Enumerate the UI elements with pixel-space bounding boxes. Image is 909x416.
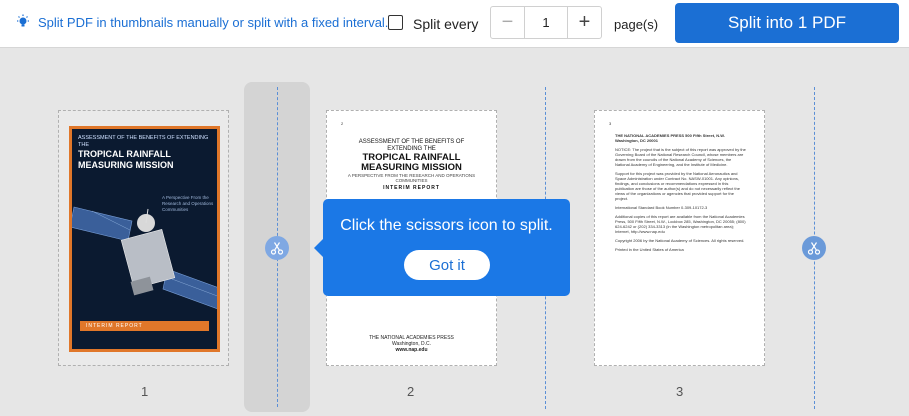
page3-copyright: Copyright 2006 by the National Academy o…: [615, 238, 745, 243]
tooltip-text: Click the scissors icon to split.: [340, 217, 553, 234]
page3-notice: NOTICE: The project that is the subject …: [615, 147, 746, 167]
page-number-1: 1: [141, 384, 149, 399]
page2-title-big: TROPICAL RAINFALL MEASURING MISSION: [361, 152, 462, 173]
book-cover: Assessment of the Benefits of Extending …: [69, 126, 220, 352]
interval-stepper: − +: [490, 6, 602, 39]
page2-title-small: ASSESSMENT OF THE BENEFITS OF EXTENDING …: [358, 139, 465, 152]
toolbar: Split PDF in thumbnails manually or spli…: [0, 0, 909, 48]
split-into-pdf-button[interactable]: Split into 1 PDF: [675, 3, 899, 43]
thumbnail-canvas: Assessment of the Benefits of Extending …: [0, 49, 909, 416]
page3-printed: Printed in the United States of America: [615, 247, 684, 252]
pages-label: page(s): [614, 17, 659, 32]
split-every-checkbox[interactable]: [388, 15, 403, 30]
page2-title: ASSESSMENT OF THE BENEFITS OF EXTENDING …: [347, 139, 476, 173]
page-corner-mark: 2: [341, 121, 344, 126]
interval-input[interactable]: [525, 7, 567, 38]
satellite-illustration: [72, 206, 217, 309]
split-every-label: Split every: [413, 16, 479, 32]
lightbulb-icon: [15, 14, 31, 30]
hint-text: Split PDF in thumbnails manually or spli…: [38, 15, 389, 30]
cover-side-text: A Perspective From the Research and Oper…: [162, 195, 214, 212]
page-corner-mark: 3: [609, 121, 612, 126]
split-tooltip: Click the scissors icon to split. Got it: [314, 199, 570, 296]
decrement-button[interactable]: −: [491, 7, 525, 38]
page2-subtitle: A PERSPECTIVE FROM THE RESEARCH AND OPER…: [347, 173, 476, 183]
page-number-2: 2: [407, 384, 415, 399]
page-number-3: 3: [676, 384, 684, 399]
page-thumbnail-3[interactable]: 3 THE NATIONAL ACADEMIES PRESS 500 Fifth…: [594, 110, 765, 366]
got-it-button[interactable]: Got it: [404, 250, 490, 280]
publisher-line: www.nap.edu: [395, 347, 428, 353]
scissors-icon[interactable]: [802, 236, 826, 260]
page2-publisher: THE NATIONAL ACADEMIES PRESS Washington,…: [347, 335, 476, 353]
page2-interim: INTERIM REPORT: [383, 185, 440, 191]
page3-header: THE NATIONAL ACADEMIES PRESS 500 Fifth S…: [615, 133, 725, 143]
page3-isbn: International Standard Book Number 0-309…: [615, 205, 708, 210]
scissors-icon[interactable]: [265, 236, 289, 260]
page3-support: Support for this project was provided by…: [615, 171, 740, 201]
increment-button[interactable]: +: [567, 7, 601, 38]
page-thumbnail-1[interactable]: Assessment of the Benefits of Extending …: [58, 110, 229, 366]
page3-availability: Additional copies of this report are ava…: [615, 214, 746, 234]
page3-text: THE NATIONAL ACADEMIES PRESS 500 Fifth S…: [615, 133, 746, 256]
cover-band: INTERIM REPORT: [80, 321, 209, 331]
